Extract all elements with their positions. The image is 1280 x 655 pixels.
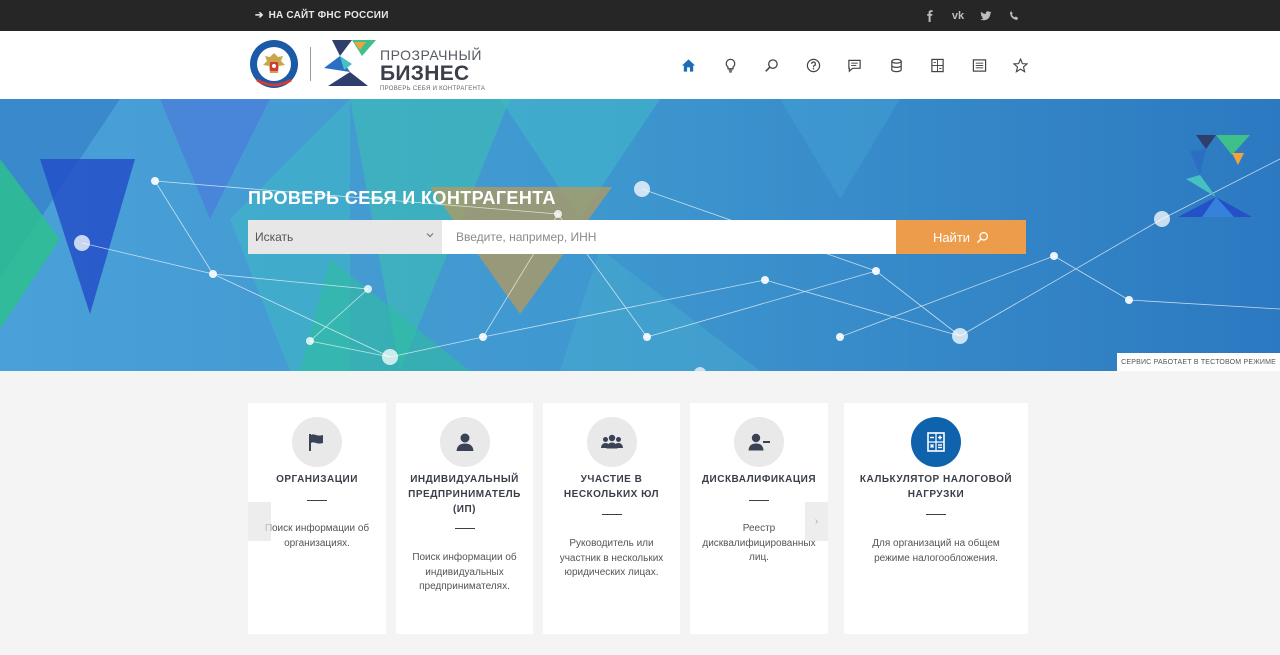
brand-mark-logo[interactable] <box>322 40 376 90</box>
arrow-left-icon: ➔ <box>255 10 264 21</box>
search-icon[interactable] <box>751 51 793 79</box>
search-button[interactable]: Найти <box>896 220 1026 254</box>
hero-title: ПРОВЕРЬ СЕБЯ И КОНТРАГЕНТА <box>248 188 556 208</box>
card-title: УЧАСТИЕ В НЕСКОЛЬКИХ ЮЛ <box>563 474 660 500</box>
fns-site-link[interactable]: ➔ НА САЙТ ФНС РОССИИ <box>255 0 389 31</box>
card-title: ИНДИВИДУАЛЬНЫЙ ПРЕДПРИНИМАТЕЛЬ (ИП) <box>408 474 521 515</box>
card-title: ДИСКВАЛИФИКАЦИЯ <box>701 474 817 485</box>
home-icon[interactable] <box>668 51 710 79</box>
search-type-select[interactable]: Искать <box>248 220 442 254</box>
fns-emblem-logo[interactable] <box>249 38 299 90</box>
brand-line-1: ПРОЗРАЧНЫЙ <box>380 47 482 63</box>
search-button-label: Найти <box>932 229 971 245</box>
chat-icon[interactable] <box>834 51 876 79</box>
top-bar: ➔ НА САЙТ ФНС РОССИИ vk <box>0 0 1280 31</box>
users-icon <box>586 417 637 467</box>
database-icon[interactable] <box>876 51 918 79</box>
flag-icon <box>292 417 342 467</box>
brand-wordmark[interactable]: ПРОЗРАЧНЫЙ БИЗНЕС ПРОВЕРЬ СЕБЯ И КОНТРАГ… <box>380 48 485 92</box>
card-individual-entrepreneur[interactable]: ИНДИВИДУАЛЬНЫЙ ПРЕДПРИНИМАТЕЛЬ (ИП) Поис… <box>396 403 533 634</box>
hero-banner: ПРОВЕРЬ СЕБЯ И КОНТРАГЕНТА Искать Найти … <box>0 99 1280 371</box>
vk-label: vk <box>951 9 965 22</box>
card-multiple-entities[interactable]: УЧАСТИЕ В НЕСКОЛЬКИХ ЮЛ Руководитель или… <box>543 403 680 634</box>
card-description: Поиск информации об организациях. <box>264 523 370 549</box>
carousel-next-button[interactable]: › <box>805 502 828 541</box>
card-description: Для организаций на общем режиме налогооб… <box>872 538 1000 564</box>
facebook-icon[interactable] <box>916 0 944 31</box>
search-icon <box>976 231 989 243</box>
help-icon[interactable] <box>793 51 835 79</box>
lightbulb-icon[interactable] <box>710 51 752 79</box>
vk-icon[interactable]: vk <box>944 0 972 31</box>
card-divider <box>601 514 622 515</box>
calculator-icon <box>911 417 961 467</box>
card-divider <box>749 500 769 501</box>
user-icon <box>439 417 490 467</box>
brand-line-2: БИЗНЕС <box>380 62 470 85</box>
card-divider <box>926 514 946 515</box>
chevron-right-icon: › <box>814 516 819 527</box>
card-description: Реестр дисквалифицированных лиц. <box>702 523 816 563</box>
brand-tagline: ПРОВЕРЬ СЕБЯ И КОНТРАГЕНТА <box>380 86 486 92</box>
card-description: Руководитель или участник в нескольких ю… <box>559 538 664 578</box>
carousel-prev-button[interactable] <box>248 502 271 541</box>
search-input[interactable] <box>442 220 896 254</box>
search-type-value: Искать <box>255 230 294 244</box>
chevron-down-icon <box>426 233 434 238</box>
site-header: ПРОЗРАЧНЫЙ БИЗНЕС ПРОВЕРЬ СЕБЯ И КОНТРАГ… <box>0 31 1280 99</box>
calculator-icon[interactable] <box>917 51 959 79</box>
hero-brand-mark <box>1178 135 1252 217</box>
card-title: КАЛЬКУЛЯТОР НАЛОГОВОЙ НАГРУЗКИ <box>859 474 1013 500</box>
test-mode-badge: СЕРВИС РАБОТАЕТ В ТЕСТОВОМ РЕЖИМЕ <box>1117 353 1280 371</box>
logo-divider <box>310 47 311 81</box>
main-nav <box>668 51 1042 79</box>
card-title: ОРГАНИЗАЦИИ <box>276 474 358 485</box>
social-links: vk <box>916 0 1028 31</box>
card-tax-calculator[interactable]: КАЛЬКУЛЯТОР НАЛОГОВОЙ НАГРУЗКИ Для орган… <box>844 403 1028 634</box>
card-divider <box>307 500 327 501</box>
twitter-icon[interactable] <box>972 0 1000 31</box>
fns-site-link-label: НА САЙТ ФНС РОССИИ <box>268 10 389 21</box>
phone-icon[interactable] <box>1000 0 1028 31</box>
star-icon[interactable] <box>1000 51 1042 79</box>
list-icon[interactable] <box>959 51 1001 79</box>
user-minus-icon <box>734 417 784 467</box>
card-divider <box>454 528 475 529</box>
card-description: Поиск информации об индивидуальных предп… <box>412 552 517 592</box>
